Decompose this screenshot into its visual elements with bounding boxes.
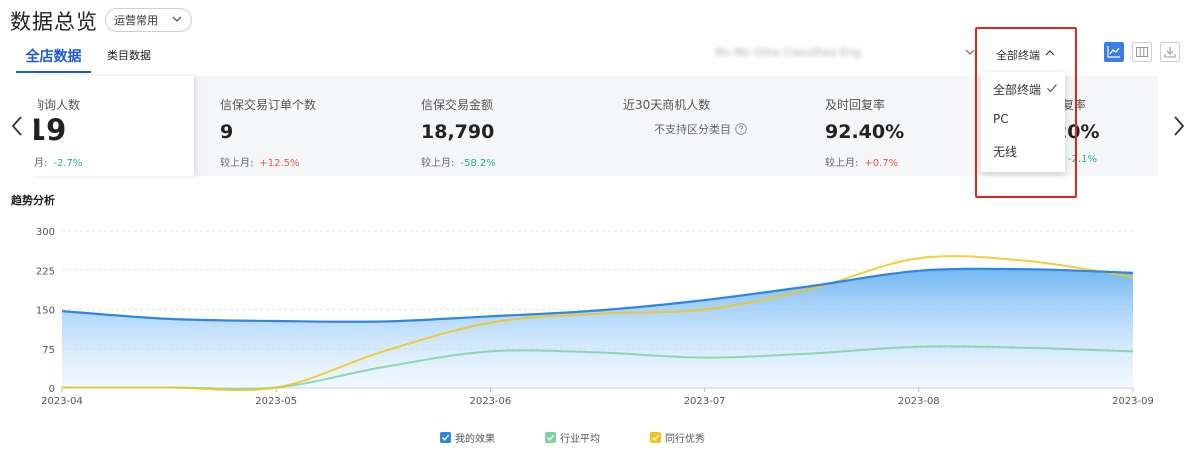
x-tick-label: 2023-08 (898, 396, 940, 407)
checkbox-checked-icon[interactable] (545, 432, 556, 443)
metric-change: -58.2% (460, 158, 496, 169)
legend-item-0[interactable]: 我的效果 (440, 430, 495, 445)
metric-label: 及时回复率 (825, 98, 886, 112)
metric-compare-label: 较上月: (220, 158, 254, 169)
line-chart-view-button[interactable] (1104, 42, 1124, 62)
category-filter-blurred[interactable]: Ms Mo Othe Classified Eng (715, 46, 957, 58)
metric-note: 不支持区分类目 (654, 121, 747, 137)
legend-item-2[interactable]: 同行优秀 (650, 430, 705, 445)
line-chart-icon (1107, 46, 1120, 58)
metric-label: 复率 (1062, 98, 1087, 112)
metric-label: 信保交易金额 (421, 98, 494, 112)
metric-compare: 较上月: +12.5% (220, 154, 300, 169)
page-title: 数据总览 (10, 10, 98, 34)
y-tick-label: 75 (42, 345, 55, 356)
legend-label: 我的效果 (455, 434, 495, 445)
table-view-button[interactable] (1132, 42, 1152, 62)
metric-card-amount[interactable]: 信保交易金额 18,790 较上月: -58.2% (395, 76, 595, 176)
metric-compare-label: 较上月: (825, 158, 859, 169)
help-icon[interactable] (734, 123, 747, 135)
metric-compare: 较上月: +0.7% (825, 154, 898, 169)
chevron-down-icon (172, 16, 182, 22)
x-tick-label: 2023-05 (255, 396, 297, 407)
legend-label: 行业平均 (560, 434, 600, 445)
metric-label: 信保交易订单个数 (220, 98, 317, 112)
metric-label: 近30天商机人数 (623, 98, 711, 112)
scene-select[interactable]: 运营常用 (105, 8, 192, 32)
export-button[interactable] (1160, 42, 1180, 62)
x-tick-label: 2023-06 (470, 396, 512, 407)
download-icon (1164, 47, 1176, 58)
dropdown-option-wireless[interactable]: 无线 (993, 143, 1017, 160)
metric-card-opportunities[interactable]: 近30天商机人数 不支持区分类目 (596, 76, 796, 176)
x-tick-label: 2023-07 (684, 396, 726, 407)
series-area-0 (62, 268, 1133, 388)
tab-store-data[interactable]: 全店数据 (16, 46, 91, 73)
scene-select-value: 运营常用 (114, 14, 158, 27)
metric-value: 9 (220, 121, 234, 143)
section-title: 趋势分析 (11, 194, 55, 207)
metric-value: 92.40% (825, 121, 905, 143)
metric-note-text: 不支持区分类目 (654, 123, 731, 136)
x-tick-label: 2023-09 (1112, 396, 1154, 407)
chevron-left-icon (11, 116, 22, 136)
metrics-prev-button[interactable] (0, 76, 34, 176)
checkbox-checked-icon[interactable] (440, 432, 451, 443)
x-tick-label: 2023-04 (41, 396, 83, 407)
tab-category-data[interactable]: 类目数据 (107, 47, 151, 63)
chevron-right-icon (1174, 116, 1185, 136)
metric-card-orders[interactable]: 信保交易订单个数 9 较上月: +12.5% (194, 76, 394, 176)
metric-change: -2.7% (53, 158, 83, 169)
device-dropdown[interactable]: 全部终端 (996, 47, 1040, 63)
y-tick-label: 0 (49, 384, 55, 395)
trend-chart: 0 75 150 225 300 2023-04 2023-05 2023-06 2023-07… (36, 227, 1154, 407)
metric-change: +12.5% (259, 158, 300, 169)
metric-card-partial[interactable]: 复率 20% -2.1% (1054, 76, 1158, 176)
metric-change: +0.7% (864, 158, 899, 169)
metric-card-inquiries[interactable]: 询询人数 19 较上月:-2.7% (34, 76, 194, 176)
metrics-next-button[interactable] (1158, 76, 1200, 176)
legend-label: 同行优秀 (665, 434, 705, 445)
metric-value: 18,790 (421, 121, 495, 143)
metric-card-reply-rate[interactable]: 及时回复率 92.40% 较上月: +0.7% (797, 76, 977, 176)
dropdown-option-pc[interactable]: PC (993, 112, 1009, 126)
chevron-up-icon (1045, 50, 1055, 56)
check-icon (1047, 84, 1057, 93)
metric-compare: -2.1% (1062, 154, 1097, 165)
metric-compare-label: 较上月: (421, 158, 455, 169)
dropdown-option-all[interactable]: 全部终端 (993, 81, 1041, 98)
metric-compare: 较上月: -58.2% (421, 154, 496, 169)
y-tick-label: 300 (36, 227, 55, 238)
legend-item-1[interactable]: 行业平均 (545, 430, 600, 445)
checkbox-checked-icon[interactable] (650, 432, 661, 443)
y-tick-label: 225 (36, 266, 55, 277)
y-tick-label: 150 (36, 306, 55, 317)
chevron-down-icon (965, 49, 975, 55)
metric-label: 询询人数 (32, 98, 81, 112)
metric-change: -2.1% (1068, 154, 1098, 165)
columns-icon (1136, 47, 1148, 57)
